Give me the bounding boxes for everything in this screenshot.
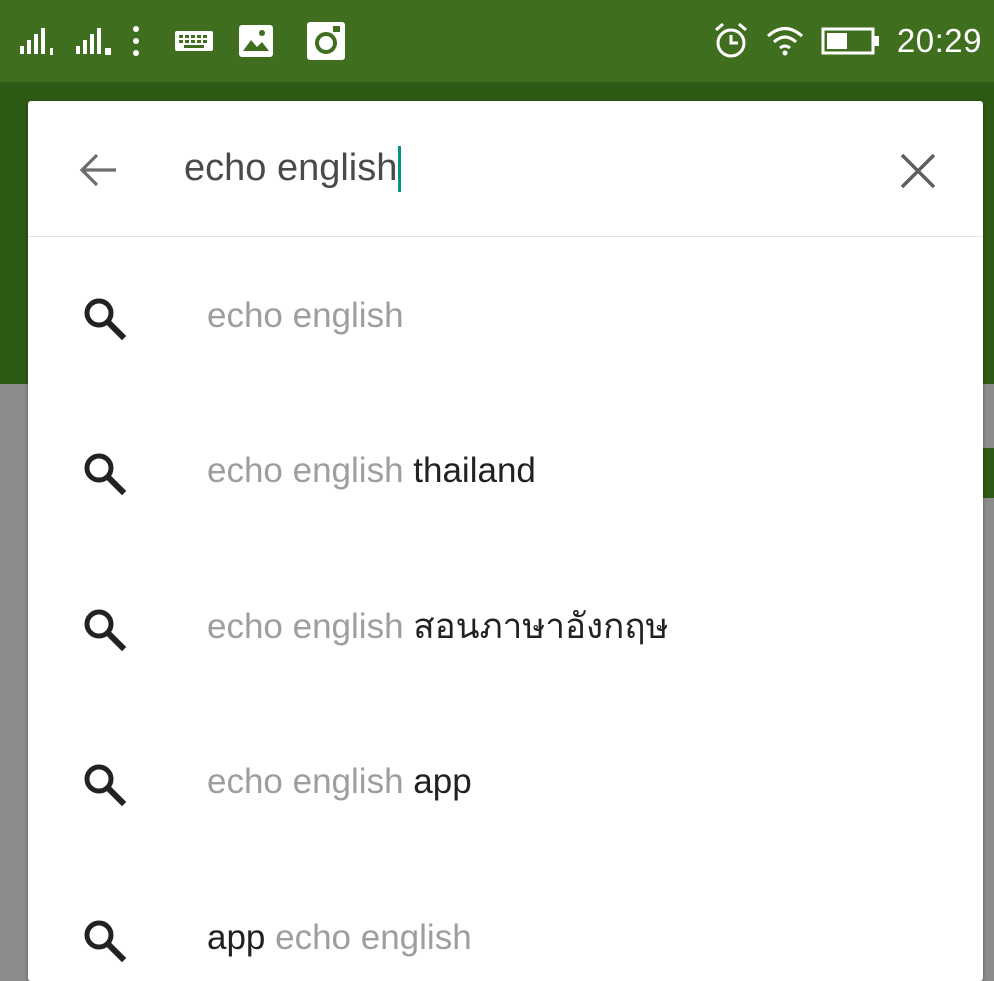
search-icon (84, 453, 127, 496)
search-icon (84, 920, 127, 962)
suggestion-completion: app (207, 917, 266, 957)
clear-search-button[interactable] (892, 145, 944, 197)
status-notifications (18, 0, 346, 82)
suggestion-match: echo english (207, 762, 404, 802)
suggestion-list: echo english echo english thailand echo … (28, 238, 983, 981)
suggestion-match: echo english (207, 295, 404, 335)
suggestion-completion: สอนภาษาอังกฤษ (403, 607, 669, 647)
more-vert-icon (130, 24, 142, 58)
suggestion-item[interactable]: echo english app (28, 705, 983, 861)
suggestion-item[interactable]: echo english thailand (28, 394, 983, 550)
suggestion-text: echo english app (207, 705, 472, 861)
keyboard-icon (174, 28, 214, 54)
suggestion-match: echo english (207, 451, 404, 491)
suggestion-match: echo english (265, 917, 472, 957)
text-caret (398, 145, 402, 192)
suggestion-match: echo english (207, 606, 404, 646)
status-bar: 20:29 (0, 0, 994, 82)
arrow-back-icon (79, 153, 116, 187)
suggestion-item[interactable]: echo english (28, 238, 983, 394)
close-icon (900, 153, 936, 189)
status-time: 20:29 (896, 22, 982, 59)
search-query-text: echo english (184, 147, 398, 189)
instagram-icon (306, 21, 346, 61)
search-panel: echo english echo english echo english t… (28, 101, 983, 981)
battery-icon (821, 26, 881, 56)
search-icon (84, 298, 127, 340)
suggestion-item[interactable]: echo english สอนภาษาอังกฤษ (28, 549, 983, 705)
search-bar: echo english (28, 101, 983, 237)
suggestion-completion: thailand (403, 451, 536, 491)
suggestion-text: echo english thailand (207, 394, 536, 550)
signal-sim2-icon (74, 26, 116, 56)
status-system: 20:29 (713, 0, 982, 82)
suggestion-text: app echo english (207, 860, 472, 981)
suggestion-completion: app (403, 762, 472, 802)
search-icon (84, 764, 127, 807)
image-icon (238, 24, 274, 58)
search-icon (84, 609, 127, 651)
back-button[interactable] (72, 144, 124, 196)
search-input[interactable]: echo english (184, 101, 402, 236)
alarm-icon (713, 22, 749, 60)
wifi-icon (765, 25, 805, 57)
suggestion-item[interactable]: app echo english (28, 860, 983, 981)
suggestion-text: echo english สอนภาษาอังกฤษ (207, 549, 669, 705)
suggestion-text: echo english (207, 238, 404, 394)
signal-sim1-icon (18, 26, 60, 56)
